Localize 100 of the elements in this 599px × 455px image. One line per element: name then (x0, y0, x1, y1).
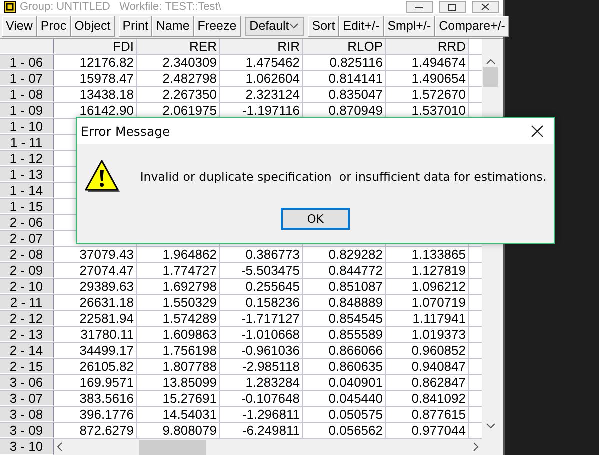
table-cell: 1.490654 (386, 71, 469, 86)
toolbar-button[interactable]: Proc (36, 16, 71, 36)
toolbar-button[interactable]: Name (152, 16, 194, 36)
table-cell: 2.061975 (137, 103, 220, 118)
toolbar-button[interactable]: Edit+/- (339, 16, 384, 36)
table-cell: -0.107648 (220, 391, 303, 406)
table-cell: 1.574289 (137, 311, 220, 326)
table-cell: 396.1776 (54, 407, 137, 422)
window-title: Group: UNTITLED Workfile: TEST::Test\ (20, 1, 222, 13)
table-cell: 1.774727 (137, 263, 220, 278)
table-cell: 1.096212 (386, 279, 469, 294)
table-cell: 1.283284 (220, 375, 303, 390)
row-label[interactable]: 2 - 10 (0, 279, 54, 294)
row-label[interactable]: 1 - 11 (0, 135, 54, 150)
table-cell: 13.85099 (137, 375, 220, 390)
row-label[interactable]: 3 - 07 (0, 391, 54, 406)
row-label[interactable]: 3 - 09 (0, 423, 54, 438)
close-button[interactable] (472, 1, 499, 13)
row-label[interactable]: 1 - 07 (0, 71, 54, 86)
table-cell: 0.835047 (303, 87, 386, 102)
table-cell: 1.537010 (386, 103, 469, 118)
table-cell: 29389.63 (54, 279, 137, 294)
table-cell: 0.814141 (303, 71, 386, 86)
table-cell: 14.54031 (137, 407, 220, 422)
row-label[interactable]: 1 - 10 (0, 119, 54, 134)
row-label[interactable]: 1 - 15 (0, 199, 54, 214)
table-cell: -6.249811 (220, 423, 303, 438)
table-cell: 1.127819 (386, 263, 469, 278)
row-label[interactable]: 2 - 07 (0, 231, 54, 246)
maximize-button[interactable] (439, 1, 466, 13)
table-cell: 0.960852 (386, 343, 469, 358)
scrollbar-thumb[interactable] (483, 67, 498, 87)
toolbar-button[interactable]: Sort (308, 16, 340, 36)
row-label[interactable]: 1 - 14 (0, 183, 54, 198)
dialog-title: Error Message (81, 124, 170, 138)
row-label[interactable]: 2 - 06 (0, 215, 54, 230)
scroll-up-icon[interactable] (486, 59, 496, 65)
row-label[interactable]: 2 - 09 (0, 263, 54, 278)
table-cell: 1.475462 (220, 55, 303, 70)
row-label[interactable]: 1 - 06 (0, 55, 54, 70)
table-cell: 0.050575 (303, 407, 386, 422)
toolbar-button[interactable]: Print (118, 16, 152, 36)
table-cell: -1.010668 (220, 327, 303, 342)
row-label[interactable]: 3 - 08 (0, 407, 54, 422)
row-label[interactable]: 2 - 08 (0, 247, 54, 262)
table-cell: 1.070719 (386, 295, 469, 310)
row-label[interactable]: 2 - 11 (0, 295, 54, 310)
table-cell: 0.860635 (303, 359, 386, 374)
toolbar-button[interactable]: Compare+/- (435, 16, 510, 36)
close-icon[interactable] (531, 124, 544, 138)
toolbar-button[interactable]: View (2, 16, 37, 36)
row-label[interactable]: 3 - 10 (0, 439, 54, 455)
scroll-right-icon[interactable] (473, 442, 479, 452)
table-cell: 383.5616 (54, 391, 137, 406)
table-cell: 1.062604 (220, 71, 303, 86)
row-label[interactable]: 1 - 13 (0, 167, 54, 182)
view-dropdown[interactable]: Default (244, 16, 304, 36)
table-cell: 37079.43 (54, 247, 137, 262)
table-cell: 1.692798 (137, 279, 220, 294)
table-cell: -2.985118 (220, 359, 303, 374)
table-cell: 1.609863 (137, 327, 220, 342)
table-cell: 1.117941 (386, 311, 469, 326)
minimize-button[interactable] (406, 1, 433, 13)
table-cell: 0.255645 (220, 279, 303, 294)
row-label[interactable]: 3 - 06 (0, 375, 54, 390)
row-label[interactable]: 2 - 15 (0, 359, 54, 374)
table-cell: 1.494674 (386, 55, 469, 70)
row-label[interactable]: 2 - 14 (0, 343, 54, 358)
scroll-down-icon[interactable] (486, 423, 496, 429)
scrollbar-thumb[interactable] (139, 440, 206, 454)
app-icon (4, 1, 16, 13)
toolbar-button[interactable]: Object (70, 16, 115, 36)
table-cell: 0.866066 (303, 343, 386, 358)
table-cell: 16142.90 (54, 103, 137, 118)
horizontal-scrollbar[interactable] (54, 439, 482, 455)
table-cell: 2.482798 (137, 71, 220, 86)
table-cell: 2.267350 (137, 87, 220, 102)
chevron-down-icon (289, 23, 300, 29)
row-label[interactable]: 1 - 08 (0, 87, 54, 102)
table-cell: 0.829282 (303, 247, 386, 262)
table-cell: 2.323124 (220, 87, 303, 102)
table-cell: 169.9571 (54, 375, 137, 390)
table-cell: 26105.82 (54, 359, 137, 374)
table-cell: 15978.47 (54, 71, 137, 86)
header-filler (469, 39, 482, 54)
table-cell: 0.045440 (303, 391, 386, 406)
row-label[interactable]: 2 - 13 (0, 327, 54, 342)
table-cell: 0.825116 (303, 55, 386, 70)
toolbar-button[interactable]: Freeze (194, 16, 241, 36)
table-cell: 0.158236 (220, 295, 303, 310)
table-cell: 1.550329 (137, 295, 220, 310)
ok-button[interactable]: OK (281, 208, 350, 230)
table-cell: 0.855589 (303, 327, 386, 342)
row-label[interactable]: 1 - 12 (0, 151, 54, 166)
row-label[interactable]: 2 - 12 (0, 311, 54, 326)
table-cell: 2.340309 (137, 55, 220, 70)
toolbar-button[interactable]: Smpl+/- (384, 16, 436, 36)
table-cell: 0.851087 (303, 279, 386, 294)
row-label[interactable]: 1 - 09 (0, 103, 54, 118)
scroll-left-icon[interactable] (57, 442, 63, 452)
